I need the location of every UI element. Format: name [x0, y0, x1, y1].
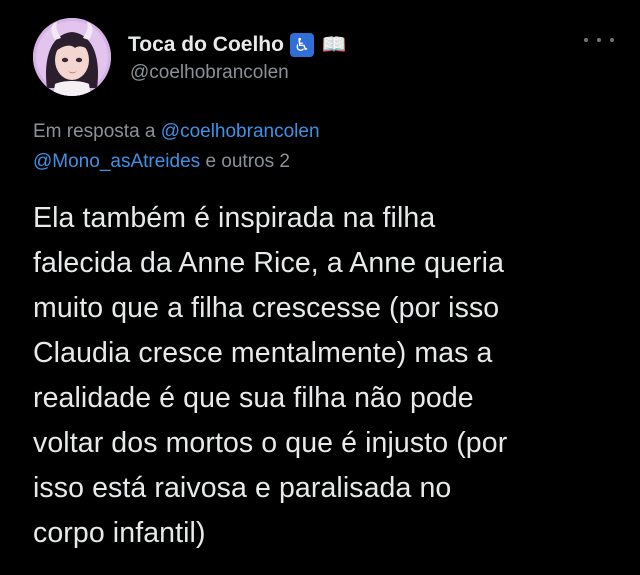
open-book-icon: 📖: [321, 34, 347, 56]
author-name-row: Toca do Coelho ♿ 📖: [128, 30, 348, 60]
reply-context: Em resposta a @coelhobrancolen @Mono_asA…: [33, 117, 613, 177]
tweet-text-line: realidade é que sua filha não pode: [33, 382, 474, 414]
tweet-text-line: muito que a filha crescesse (por isso: [33, 292, 500, 324]
avatar[interactable]: [33, 18, 111, 96]
more-dot: [597, 38, 601, 42]
tweet-text-line: falecida da Anne Rice, a Anne queria: [33, 247, 505, 279]
reply-others-link[interactable]: e outros 2: [205, 151, 290, 172]
more-dot: [584, 38, 588, 42]
more-dot: [610, 38, 614, 42]
tweet: Toca do Coelho ♿ 📖 @coelhobrancolen Em r…: [0, 0, 640, 575]
more-options-icon[interactable]: [584, 30, 614, 50]
tweet-text-line: voltar dos mortos o que é injusto (por: [33, 427, 508, 459]
avatar-illustration: [33, 18, 111, 96]
tweet-text-line: isso está raivosa e paralisada no: [33, 472, 452, 504]
tweet-text-line: Claudia cresce mentalmente) mas a: [33, 337, 493, 369]
reply-prefix: Em resposta a: [33, 121, 156, 142]
tweet-text-line: corpo infantil): [33, 517, 206, 549]
tweet-text: Ela também é inspirada na filha falecida…: [33, 196, 623, 556]
author-handle[interactable]: @coelhobrancolen: [130, 62, 289, 84]
accessibility-icon: ♿: [289, 33, 314, 57]
reply-mention-link[interactable]: @Mono_asAtreides: [33, 151, 200, 172]
reply-mention-link[interactable]: @coelhobrancolen: [161, 121, 320, 142]
tweet-text-line: Ela também é inspirada na filha: [33, 202, 436, 234]
author-display-name[interactable]: Toca do Coelho: [128, 33, 284, 57]
